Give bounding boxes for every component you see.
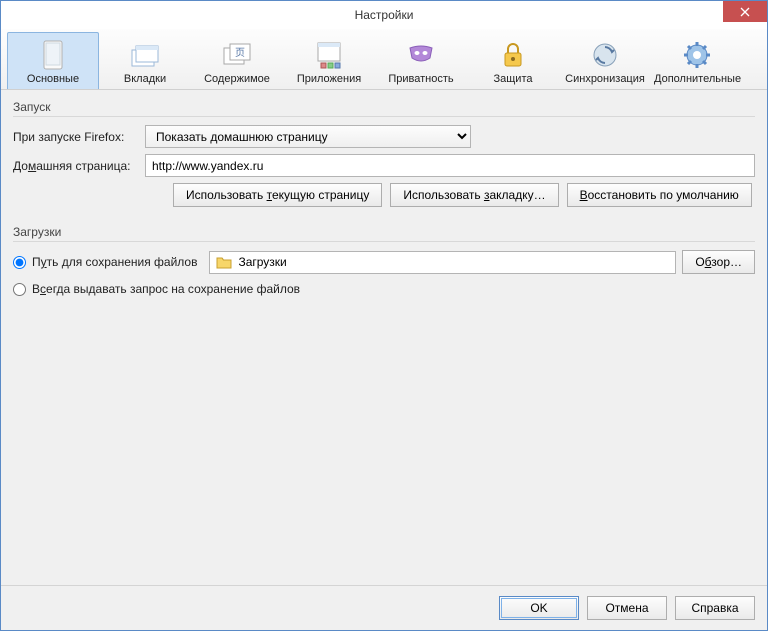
- lock-icon: [470, 39, 556, 71]
- tab-general[interactable]: Основные: [7, 32, 99, 89]
- downloads-group-label: Загрузки: [13, 225, 755, 239]
- divider: [13, 116, 755, 117]
- download-folder-field[interactable]: Загрузки: [209, 251, 676, 274]
- svg-text:页: 页: [235, 47, 245, 59]
- cancel-button[interactable]: Отмена: [587, 596, 667, 620]
- restore-default-button[interactable]: Восстановить по умолчанию: [567, 183, 752, 207]
- tab-privacy[interactable]: Приватность: [375, 32, 467, 89]
- close-button[interactable]: [723, 1, 767, 22]
- always-ask-label: Всегда выдавать запрос на сохранение фай…: [32, 282, 300, 296]
- settings-window: Настройки Основные Вкладки 页 Содержимое: [0, 0, 768, 631]
- browse-button[interactable]: Обзор…: [682, 250, 755, 274]
- general-icon: [10, 39, 96, 71]
- use-current-page-button[interactable]: Использовать текущую страницу: [173, 183, 382, 207]
- downloads-group: Загрузки Путь для сохранения файлов Загр…: [13, 225, 755, 304]
- save-to-radio[interactable]: [13, 256, 26, 269]
- homepage-input[interactable]: [145, 154, 755, 177]
- tab-tabs[interactable]: Вкладки: [99, 32, 191, 89]
- tabs-icon: [102, 39, 188, 71]
- tab-applications[interactable]: Приложения: [283, 32, 375, 89]
- tab-sync[interactable]: Синхронизация: [559, 32, 651, 89]
- folder-icon: [216, 255, 232, 269]
- always-ask-radio[interactable]: [13, 283, 26, 296]
- tab-security[interactable]: Защита: [467, 32, 559, 89]
- gear-icon: [654, 39, 740, 71]
- sync-icon: [562, 39, 648, 71]
- category-toolbar: Основные Вкладки 页 Содержимое Приложения…: [1, 29, 767, 90]
- download-folder-name: Загрузки: [238, 255, 286, 269]
- launch-label: При запуске Firefox:: [13, 130, 139, 144]
- window-title: Настройки: [355, 8, 414, 22]
- use-bookmark-button[interactable]: Использовать закладку…: [390, 183, 558, 207]
- ok-button[interactable]: OK: [499, 596, 579, 620]
- content-area: Запуск При запуске Firefox: Показать дом…: [1, 90, 767, 585]
- content-icon: 页: [194, 39, 280, 71]
- dialog-footer: OK Отмена Справка: [1, 585, 767, 630]
- divider: [13, 241, 755, 242]
- close-icon: [740, 7, 750, 17]
- startup-group: Запуск При запуске Firefox: Показать дом…: [13, 100, 755, 213]
- tab-content[interactable]: 页 Содержимое: [191, 32, 283, 89]
- save-to-label: Путь для сохранения файлов: [32, 255, 197, 269]
- titlebar: Настройки: [1, 1, 767, 29]
- help-button[interactable]: Справка: [675, 596, 755, 620]
- tab-advanced[interactable]: Дополнительные: [651, 32, 743, 89]
- privacy-mask-icon: [378, 39, 464, 71]
- startup-group-label: Запуск: [13, 100, 755, 114]
- launch-select[interactable]: Показать домашнюю страницу: [145, 125, 471, 148]
- homepage-label: Домашняя страница:: [13, 159, 139, 173]
- applications-icon: [286, 39, 372, 71]
